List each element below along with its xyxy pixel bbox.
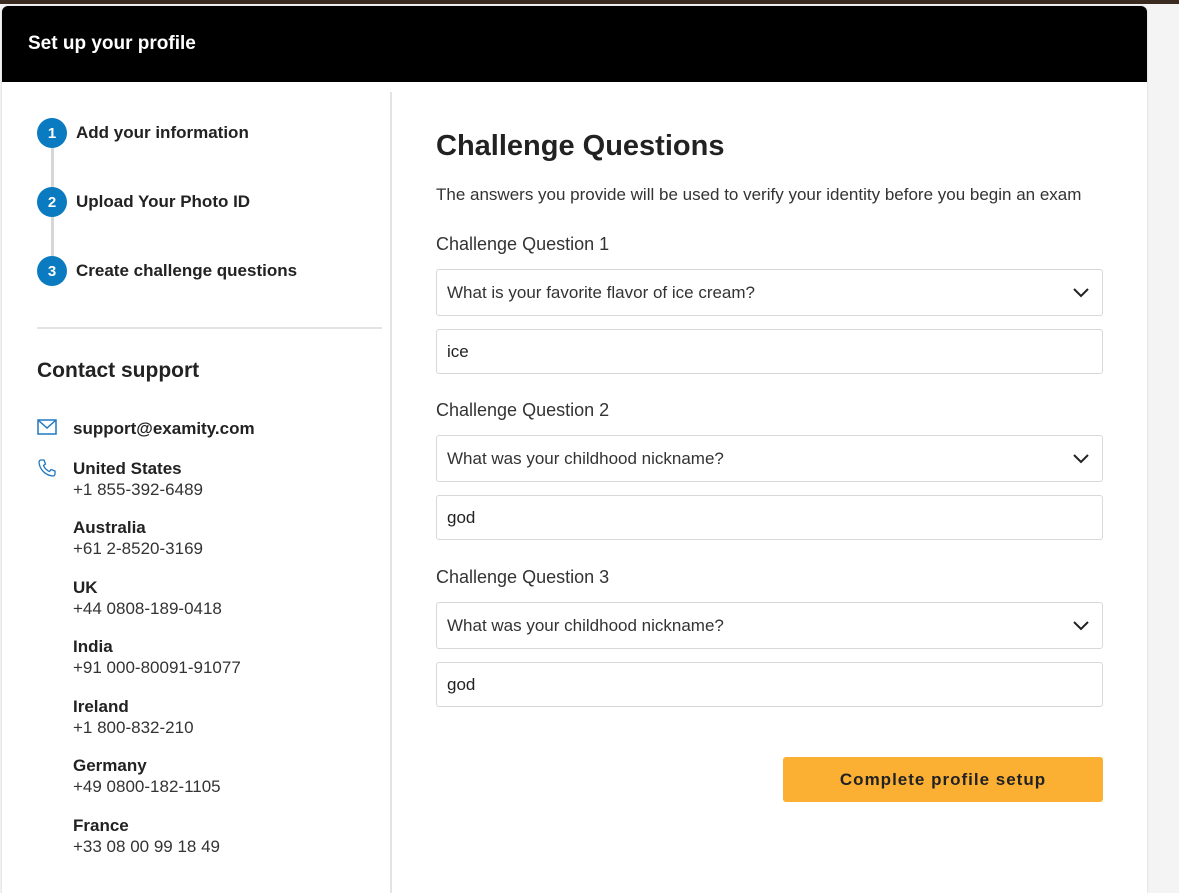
phone-country: India: [73, 637, 113, 656]
phone-number: +91 000-80091-91077: [73, 658, 241, 677]
complete-profile-button[interactable]: Complete profile setup: [783, 757, 1103, 802]
profile-setup-card: Set up your profile 1 Add your informati…: [2, 6, 1147, 893]
mail-icon: [37, 419, 73, 440]
phone-country: Ireland: [73, 697, 129, 716]
phone-entry: United States +1 855-392-6489: [73, 458, 241, 517]
question-2-selected: What was your childhood nickname?: [447, 448, 724, 468]
page-title: Set up your profile: [28, 33, 196, 54]
step-label: Add your information: [76, 123, 249, 142]
question-2-label: Challenge Question 2: [436, 400, 610, 420]
form-subtitle: The answers you provide will be used to …: [436, 185, 1082, 204]
phone-number: +49 0800-182-1105: [73, 777, 221, 796]
phone-list: United States +1 855-392-6489 Australia …: [73, 458, 241, 859]
step-number: 3: [37, 256, 67, 286]
phone-country: United States: [73, 459, 182, 478]
step-upload-photo-id[interactable]: 2 Upload Your Photo ID: [37, 187, 250, 217]
phone-entry: France +33 08 00 99 18 49: [73, 815, 241, 859]
contact-support-heading: Contact support: [37, 359, 200, 382]
phone-entry: Germany +49 0800-182-1105: [73, 755, 241, 815]
question-3-select[interactable]: What was your childhood nickname?: [436, 602, 1103, 649]
question-2-select[interactable]: What was your childhood nickname?: [436, 435, 1103, 482]
question-2-answer-input[interactable]: god: [436, 495, 1103, 540]
form-title: Challenge Questions: [436, 130, 725, 162]
browser-top-edge: [0, 0, 1179, 4]
phone-country: UK: [73, 578, 98, 597]
step-challenge-questions[interactable]: 3 Create challenge questions: [37, 256, 297, 286]
phone-icon: [37, 458, 73, 859]
question-1-selected: What is your favorite flavor of ice crea…: [447, 282, 756, 302]
chevron-down-icon: [1073, 288, 1089, 298]
step-number: 1: [37, 118, 67, 148]
phone-entry: India +91 000-80091-91077: [73, 636, 241, 696]
contact-email-row: support@examity.com: [37, 419, 255, 440]
phone-entry: UK +44 0808-189-0418: [73, 577, 241, 636]
phone-number: +1 855-392-6489: [73, 480, 203, 499]
phone-country: Germany: [73, 756, 147, 775]
phone-number: +44 0808-189-0418: [73, 599, 222, 618]
support-email-link[interactable]: support@examity.com: [73, 419, 255, 440]
step-add-information[interactable]: 1 Add your information: [37, 118, 249, 148]
phone-country: Australia: [73, 518, 146, 537]
question-3-selected: What was your childhood nickname?: [447, 615, 724, 635]
contact-phone-row: United States +1 855-392-6489 Australia …: [37, 458, 241, 859]
phone-number: +33 08 00 99 18 49: [73, 837, 220, 856]
question-1-answer-input[interactable]: ice: [436, 329, 1103, 374]
question-3-answer: god: [447, 674, 476, 694]
step-number: 2: [37, 187, 67, 217]
column-divider: [390, 92, 392, 893]
chevron-down-icon: [1073, 621, 1089, 631]
phone-country: France: [73, 816, 129, 835]
question-1-answer: ice: [447, 341, 469, 361]
question-1-label: Challenge Question 1: [436, 234, 610, 254]
phone-number: +1 800-832-210: [73, 718, 194, 737]
chevron-down-icon: [1073, 454, 1089, 464]
question-3-label: Challenge Question 3: [436, 567, 610, 587]
sidebar-divider: [37, 327, 382, 329]
step-label: Create challenge questions: [76, 261, 298, 280]
step-label: Upload Your Photo ID: [76, 192, 251, 211]
phone-entry: Ireland +1 800-832-210: [73, 696, 241, 755]
phone-number: +61 2-8520-3169: [73, 539, 203, 558]
question-2-answer: god: [447, 507, 476, 527]
question-1-select[interactable]: What is your favorite flavor of ice crea…: [436, 269, 1103, 316]
phone-entry: Australia +61 2-8520-3169: [73, 517, 241, 577]
question-3-answer-input[interactable]: god: [436, 662, 1103, 707]
page-header: Set up your profile: [2, 6, 1147, 82]
